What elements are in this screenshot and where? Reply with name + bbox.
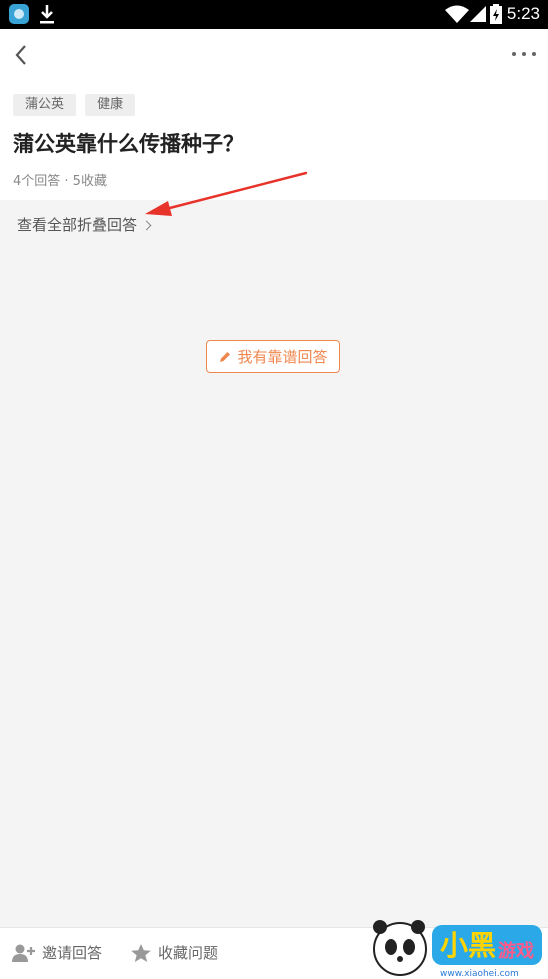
- back-icon[interactable]: [8, 37, 36, 73]
- question-meta: 4个回答 · 5收藏: [13, 174, 107, 189]
- question-title: 蒲公英靠什么传播种子？: [13, 132, 244, 156]
- more-options-icon[interactable]: [508, 43, 540, 65]
- svg-text:游戏: 游戏: [498, 940, 534, 962]
- site-watermark-logo: 小黑 游戏 www.xiaohei.com: [373, 920, 542, 979]
- tag-item[interactable]: 健康: [85, 94, 136, 116]
- wifi-icon: [445, 5, 469, 23]
- tag-item[interactable]: 蒲公英: [13, 94, 77, 116]
- star-icon: [131, 943, 151, 962]
- pencil-icon: [220, 351, 231, 362]
- annotation-arrow: [145, 171, 308, 216]
- status-bar: 5:23: [0, 0, 548, 29]
- status-time: 5:23: [506, 4, 540, 23]
- battery-icon: [490, 4, 502, 24]
- favorite-question-label: 收藏问题: [158, 944, 219, 962]
- download-icon: [40, 5, 54, 24]
- tag-list: 蒲公英 健康: [13, 93, 139, 116]
- app-bar: [0, 29, 548, 81]
- svg-text:小黑: 小黑: [440, 929, 496, 962]
- svg-text:www.xiaohei.com: www.xiaohei.com: [440, 969, 519, 979]
- favorite-question-button[interactable]: 收藏问题: [130, 942, 218, 963]
- write-answer-button[interactable]: 我有靠谱回答: [206, 340, 340, 373]
- invite-answer-label: 邀请回答: [42, 944, 103, 962]
- view-folded-answers-link[interactable]: 查看全部折叠回答: [17, 214, 152, 235]
- signal-icon: [470, 6, 486, 22]
- write-answer-label: 我有靠谱回答: [237, 348, 328, 366]
- add-user-icon: [12, 944, 35, 962]
- invite-answer-button[interactable]: 邀请回答: [12, 942, 102, 963]
- folded-answers-label: 查看全部折叠回答: [17, 216, 138, 234]
- app-notification-icon: [9, 4, 29, 24]
